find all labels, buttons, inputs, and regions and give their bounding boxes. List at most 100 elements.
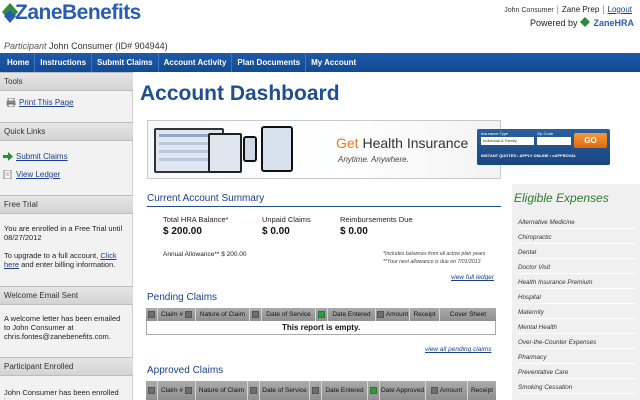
col-nature-label: Nature of Claim bbox=[198, 387, 245, 394]
upgrade-post: and enter billing information. bbox=[21, 260, 116, 269]
select-all-checkbox[interactable] bbox=[146, 308, 158, 321]
insurance-type-select[interactable]: Individual & Family bbox=[481, 137, 534, 145]
sort-toggle-2[interactable] bbox=[310, 381, 322, 400]
nav-plan-documents[interactable]: Plan Documents bbox=[232, 53, 307, 72]
eligible-expense-item[interactable]: Mental Health bbox=[518, 321, 636, 334]
approved-claims-header: Claim # Nature of Claim Date of Service … bbox=[146, 381, 496, 400]
main-nav: Home Instructions Submit Claims Account … bbox=[0, 53, 640, 72]
nav-instructions[interactable]: Instructions bbox=[35, 53, 93, 72]
free-trial-header: Free Trial bbox=[0, 195, 133, 214]
col-entered-label: Date Entered bbox=[325, 387, 364, 394]
col-receipt[interactable]: Receipt bbox=[410, 308, 440, 321]
sort-toggle[interactable] bbox=[250, 308, 262, 321]
logo-text: ZaneBenefits bbox=[15, 1, 141, 24]
nav-submit-claims[interactable]: Submit Claims bbox=[92, 53, 159, 72]
col-approved-label: Date Approved bbox=[380, 387, 424, 394]
nav-account-activity[interactable]: Account Activity bbox=[159, 53, 233, 72]
balance-footnote: *Includes balances from all active plan … bbox=[383, 251, 486, 257]
col-date-of-service[interactable]: Date of Service bbox=[262, 308, 316, 321]
participant-info: Participant John Consumer (ID# 904944) bbox=[4, 41, 168, 51]
annual-allowance: Annual Allowance** $ 200.00 bbox=[163, 251, 247, 258]
quick-link-submit-claims[interactable]: Submit Claims bbox=[3, 152, 68, 161]
eligible-expense-item[interactable]: Over-the-Counter Expenses bbox=[518, 336, 636, 349]
zip-label: Zip Code bbox=[537, 131, 554, 136]
col-cover-sheet[interactable]: Cover Sheet bbox=[440, 308, 496, 321]
approved-claims-title: Approved Claims bbox=[147, 365, 224, 376]
annual-allowance-value: $ 200.00 bbox=[221, 251, 247, 258]
submit-claims-link[interactable]: Submit Claims bbox=[16, 152, 68, 161]
eligible-expense-item[interactable]: Chiropractic bbox=[518, 231, 636, 244]
sort-toggle-active[interactable] bbox=[316, 308, 328, 321]
col-nature-of-claim[interactable]: Nature of Claim bbox=[196, 308, 250, 321]
checkbox-icon bbox=[148, 311, 155, 318]
eligible-expense-item[interactable]: Dental bbox=[518, 246, 636, 259]
col-amount-label: Amount bbox=[439, 387, 463, 394]
sort-icon bbox=[185, 311, 193, 318]
quick-link-view-ledger[interactable]: View Ledger bbox=[3, 170, 60, 179]
banner-headline: Get Health Insurance bbox=[336, 135, 468, 151]
nav-home[interactable]: Home bbox=[2, 53, 36, 72]
sort-icon bbox=[376, 311, 384, 318]
printer-icon bbox=[6, 98, 16, 107]
view-all-pending-link[interactable]: view all pending claims bbox=[425, 346, 491, 353]
insurance-type-label: Insurance Type bbox=[481, 131, 509, 136]
free-trial-text: You are enrolled in a Free Trial until 0… bbox=[4, 224, 123, 242]
participant-value: John Consumer (ID# 904944) bbox=[49, 41, 168, 51]
col-receipt[interactable]: Receipt bbox=[468, 381, 496, 400]
sort-icon bbox=[430, 387, 438, 394]
eligible-expense-item[interactable]: Pharmacy bbox=[518, 351, 636, 364]
pending-claims-title: Pending Claims bbox=[147, 292, 218, 303]
go-button[interactable]: GO bbox=[574, 133, 607, 148]
tablet-icon bbox=[261, 126, 293, 172]
pending-claims-header: Claim # Nature of Claim Date of Service … bbox=[146, 308, 496, 321]
col-date-approved[interactable]: Date Approved bbox=[380, 381, 426, 400]
summary-title: Current Account Summary bbox=[147, 193, 265, 204]
powered-brand: ZaneHRA bbox=[593, 18, 634, 28]
eligible-expense-item[interactable]: Doctor Visit bbox=[518, 261, 636, 274]
powered-by-label: Powered by bbox=[529, 18, 578, 28]
nav-my-account[interactable]: My Account bbox=[306, 53, 361, 72]
hra-balance-label: Total HRA Balance* bbox=[163, 215, 229, 224]
eligible-expense-item[interactable]: Smoking Cessation bbox=[518, 381, 636, 394]
sort-icon bbox=[252, 311, 259, 318]
col-date-entered[interactable]: Date Entered bbox=[328, 308, 376, 321]
eligible-expense-item[interactable]: Hospital bbox=[518, 291, 636, 304]
logout-link[interactable]: Logout bbox=[608, 5, 632, 14]
welcome-header: Welcome Email Sent bbox=[0, 286, 133, 305]
summary-divider bbox=[147, 206, 501, 207]
print-page-link[interactable]: Print This Page bbox=[6, 98, 74, 107]
screen-icon bbox=[208, 133, 242, 173]
col-amount[interactable]: Amount bbox=[426, 381, 468, 400]
col-nature-of-claim[interactable]: Nature of Claim bbox=[196, 381, 248, 400]
upgrade-pre: To upgrade to a full account, bbox=[4, 251, 99, 260]
participant-label: Participant bbox=[4, 41, 47, 51]
quote-form: Insurance Type Zip Code Individual & Fam… bbox=[477, 129, 610, 165]
view-ledger-link[interactable]: View Ledger bbox=[16, 170, 60, 179]
col-date-entered[interactable]: Date Entered bbox=[322, 381, 368, 400]
eligible-expense-item[interactable]: Maternity bbox=[518, 306, 636, 319]
sidebar: Tools Print This Page Quick Links Submit… bbox=[0, 72, 133, 400]
sort-toggle-active[interactable] bbox=[368, 381, 380, 400]
zanehra-logo-icon bbox=[580, 17, 591, 27]
eligible-expense-item[interactable]: Alternative Medicine bbox=[518, 216, 636, 229]
phone-icon bbox=[243, 136, 257, 162]
col-service-label: Date of Service bbox=[262, 387, 307, 394]
col-date-of-service[interactable]: Date of Service bbox=[260, 381, 310, 400]
document-icon bbox=[3, 170, 12, 179]
tools-header: Tools bbox=[0, 72, 133, 91]
sort-toggle[interactable] bbox=[248, 381, 260, 400]
view-full-ledger-link[interactable]: view full ledger bbox=[451, 274, 494, 281]
eligible-expense-item[interactable]: Health Insurance Premium bbox=[518, 276, 636, 289]
health-insurance-banner[interactable]: Get Health Insurance Anytime. Anywhere. bbox=[147, 120, 501, 179]
logo[interactable]: ZaneBenefits bbox=[0, 0, 160, 38]
select-all-checkbox[interactable] bbox=[146, 381, 158, 400]
unpaid-claims-label: Unpaid Claims bbox=[262, 215, 311, 224]
zip-input[interactable] bbox=[537, 137, 571, 145]
col-amount[interactable]: Amount bbox=[376, 308, 410, 321]
col-claim-number[interactable]: Claim # bbox=[158, 381, 196, 400]
eligible-expense-item[interactable]: Preventative Care bbox=[518, 366, 636, 379]
arrow-icon bbox=[3, 152, 13, 161]
print-page-label[interactable]: Print This Page bbox=[19, 98, 74, 107]
allowance-footnote: **Your next allowance is due on 7/01/201… bbox=[383, 259, 481, 265]
col-claim-number[interactable]: Claim # bbox=[158, 308, 196, 321]
